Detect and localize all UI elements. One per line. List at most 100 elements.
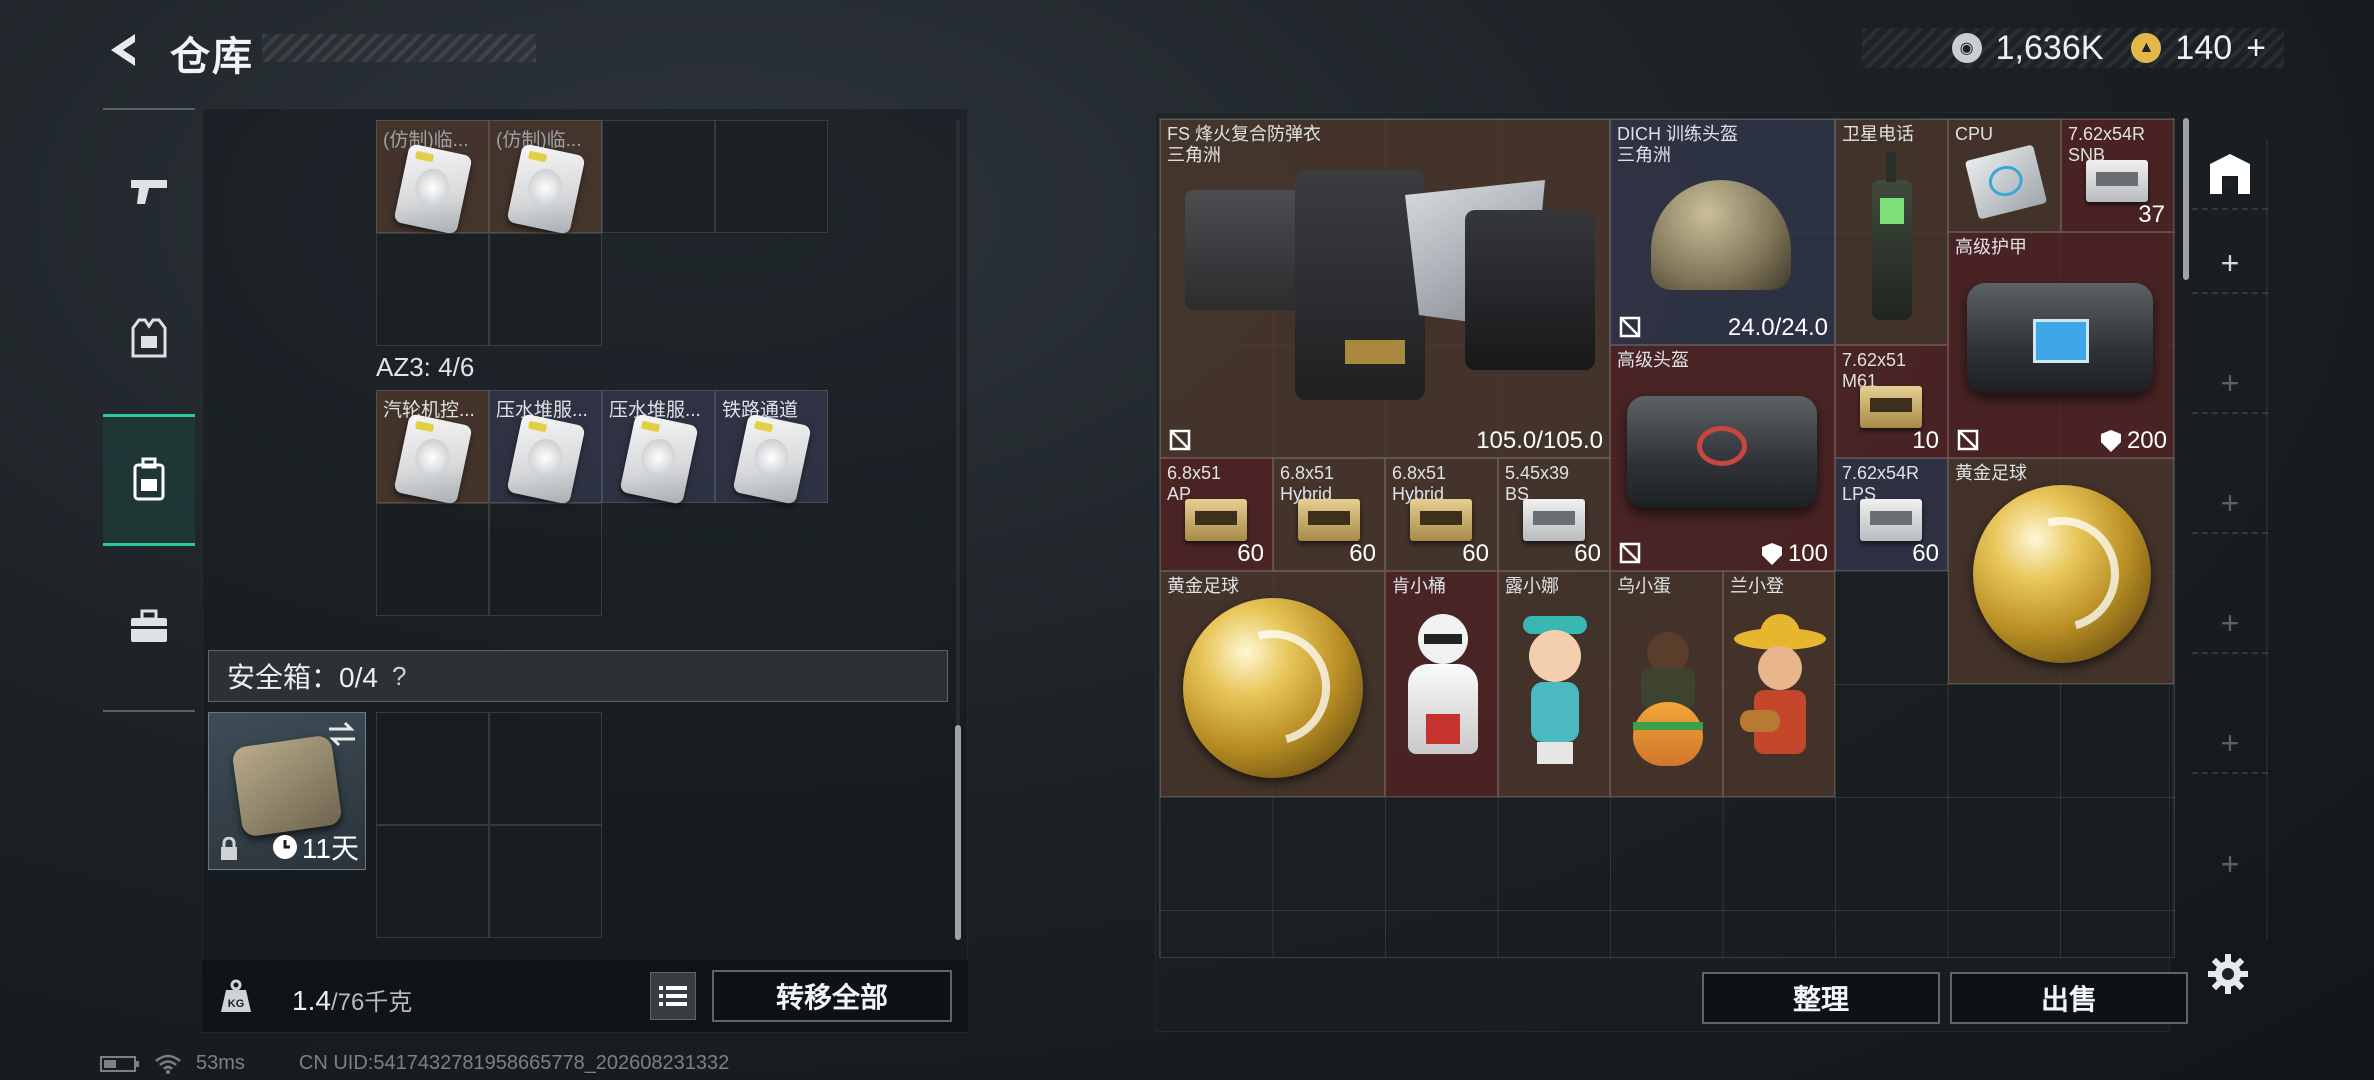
safe-case-icon [231,734,343,838]
gear-icon [2208,954,2248,994]
stash-item-figure[interactable]: 兰小登 [1723,571,1835,797]
empty-slot[interactable] [602,120,715,233]
weight-current: 1.4 [292,985,331,1016]
document-pack-icon [619,413,699,505]
stash-scroll-thumb[interactable] [2183,118,2189,280]
figure-colonel-icon [1404,614,1482,764]
item-slot[interactable]: 压水堆服... [602,390,715,505]
helmet-icon [1651,180,1791,290]
stash-grid: FS 烽火复合防弹衣 三角洲 105.0/105.0 DICH 训练头盔 三角洲… [1159,118,2175,958]
swap-icon[interactable] [327,721,357,747]
item-label: 黄金足球 [1955,463,2027,483]
empty-slot[interactable] [376,233,489,346]
status-bar: 53ms CN UID:5417432781958665778_20260823… [100,1052,729,1075]
item-slot[interactable]: 压水堆服... [489,390,602,505]
stash-item-satellite-phone[interactable]: 卫星电话 [1835,119,1948,345]
empty-slot[interactable] [489,712,602,825]
item-label: 露小娜 [1505,576,1559,596]
empty-slot[interactable] [489,503,602,616]
settings-button[interactable] [2204,950,2252,998]
stash-item-ammo[interactable]: 6.8x51 Hybrid 60 [1273,458,1385,571]
stash-item-figure[interactable]: 肯小桶 [1385,571,1498,797]
item-label: 高级头盔 [1617,350,1689,370]
item-slot[interactable]: (仿制)临... [489,120,602,235]
stash-item-ammo[interactable]: 7.62x54R SNB 37 [2061,119,2174,232]
stash-item-helmet-kit[interactable]: 高级头盔 100 [1610,345,1835,571]
back-button[interactable] [100,28,150,72]
stash-item-cpu[interactable]: CPU [1948,119,2061,232]
add-stash-tab-button[interactable]: + [2192,234,2268,294]
stash-item-armor-kit[interactable]: 高级护甲 200 [1948,232,2174,458]
stash-item-helmet[interactable]: DICH 训练头盔 三角洲 24.0/24.0 [1610,119,1835,345]
add-currency-button[interactable]: + [2246,29,2266,68]
stash-item-vest[interactable]: FS 烽火复合防弹衣 三角洲 105.0/105.0 [1160,119,1610,458]
item-label: DICH 训练头盔 三角洲 [1617,124,1738,165]
battery-icon [100,1055,139,1072]
stash-item-figure[interactable]: 乌小蛋 [1610,571,1723,797]
locked-stash-tab: + [2192,474,2268,534]
sell-button[interactable]: 出售 [1950,972,2188,1024]
silver-coin-icon: ◉ [1951,33,1982,63]
safe-box-item[interactable]: 11天 [208,712,366,870]
backpack-icon [133,457,165,501]
document-pack-icon [393,143,473,235]
backpack-tab[interactable] [103,414,195,546]
clock-icon [272,835,297,859]
item-label: 卫星电话 [1842,124,1914,144]
empty-slot[interactable] [489,825,602,938]
stash-item-ammo[interactable]: 7.62x54R LPS 60 [1835,458,1948,571]
ammo-box-icon [1860,386,1922,428]
silver-currency-value: 1,636K [1995,28,2104,67]
empty-slot[interactable] [376,503,489,616]
plus-icon: + [2220,364,2240,401]
list-view-button[interactable] [650,972,696,1020]
help-icon[interactable]: ? [392,661,406,692]
ping-value: 53ms [196,1052,245,1074]
weight-readout: 1.4/76千克 [292,982,412,1017]
weight-max: /76千克 [330,989,413,1016]
stash-item-ammo[interactable]: 6.8x51 Hybrid 60 [1385,458,1498,571]
item-label: CPU [1955,124,1994,144]
locked-stash-tab: + [2192,594,2268,654]
sort-button[interactable]: 整理 [1702,972,1940,1024]
stash-item-figure[interactable]: 露小娜 [1498,571,1610,797]
title-decoration [262,34,536,62]
stash-item-ammo[interactable]: 5.45x39 BS 60 [1498,458,1610,571]
no-repair-icon [1169,429,1191,451]
empty-slot[interactable] [489,233,602,346]
stash-item-ammo[interactable]: 6.8x51 AP 60 [1160,458,1273,571]
weapons-tab[interactable] [103,126,195,258]
safe-box-label: 安全箱：0/4 [227,662,378,693]
stash-item-golden-football[interactable]: 黄金足球 [1948,458,2174,684]
item-label: 肯小桶 [1392,576,1446,596]
item-label: 兰小登 [1730,576,1784,596]
equipment-tab[interactable] [103,272,195,404]
gold-coin-icon: ▲ [2131,33,2162,63]
stash-tab-home[interactable] [2192,140,2268,210]
stash-item-ammo[interactable]: 7.62x51 M61 10 [1835,345,1948,458]
stash-item-golden-football[interactable]: 黄金足球 [1160,571,1385,797]
stash-tab-rail: + + + + + + [2192,140,2268,940]
item-count: 60 [1237,540,1264,567]
backpack-scroll-thumb[interactable] [955,725,961,940]
back-arrow-icon [111,34,135,66]
toolbox-tab[interactable] [103,560,195,692]
empty-slot[interactable] [376,712,489,825]
item-label: 黄金足球 [1167,576,1239,596]
locked-stash-tab: + [2192,834,2268,894]
empty-slot[interactable] [715,120,828,233]
item-slot[interactable]: (仿制)临... [376,120,489,235]
satellite-phone-icon [1872,152,1912,320]
ammo-box-icon [2086,160,2148,202]
locked-stash-tab: + [2192,714,2268,774]
item-slot[interactable]: 汽轮机控... [376,390,489,505]
transfer-all-button[interactable]: 转移全部 [712,970,952,1022]
az3-capacity-label: AZ3: 4/6 [376,352,475,382]
empty-slot[interactable] [376,825,489,938]
plus-icon: + [2220,604,2240,641]
item-slot[interactable]: 铁路通道 [715,390,828,505]
golden-football-icon [1973,485,2151,663]
ammo-box-icon [1860,499,1922,541]
item-label: 高级护甲 [1955,237,2027,257]
armor-vest-icon [1185,170,1595,400]
